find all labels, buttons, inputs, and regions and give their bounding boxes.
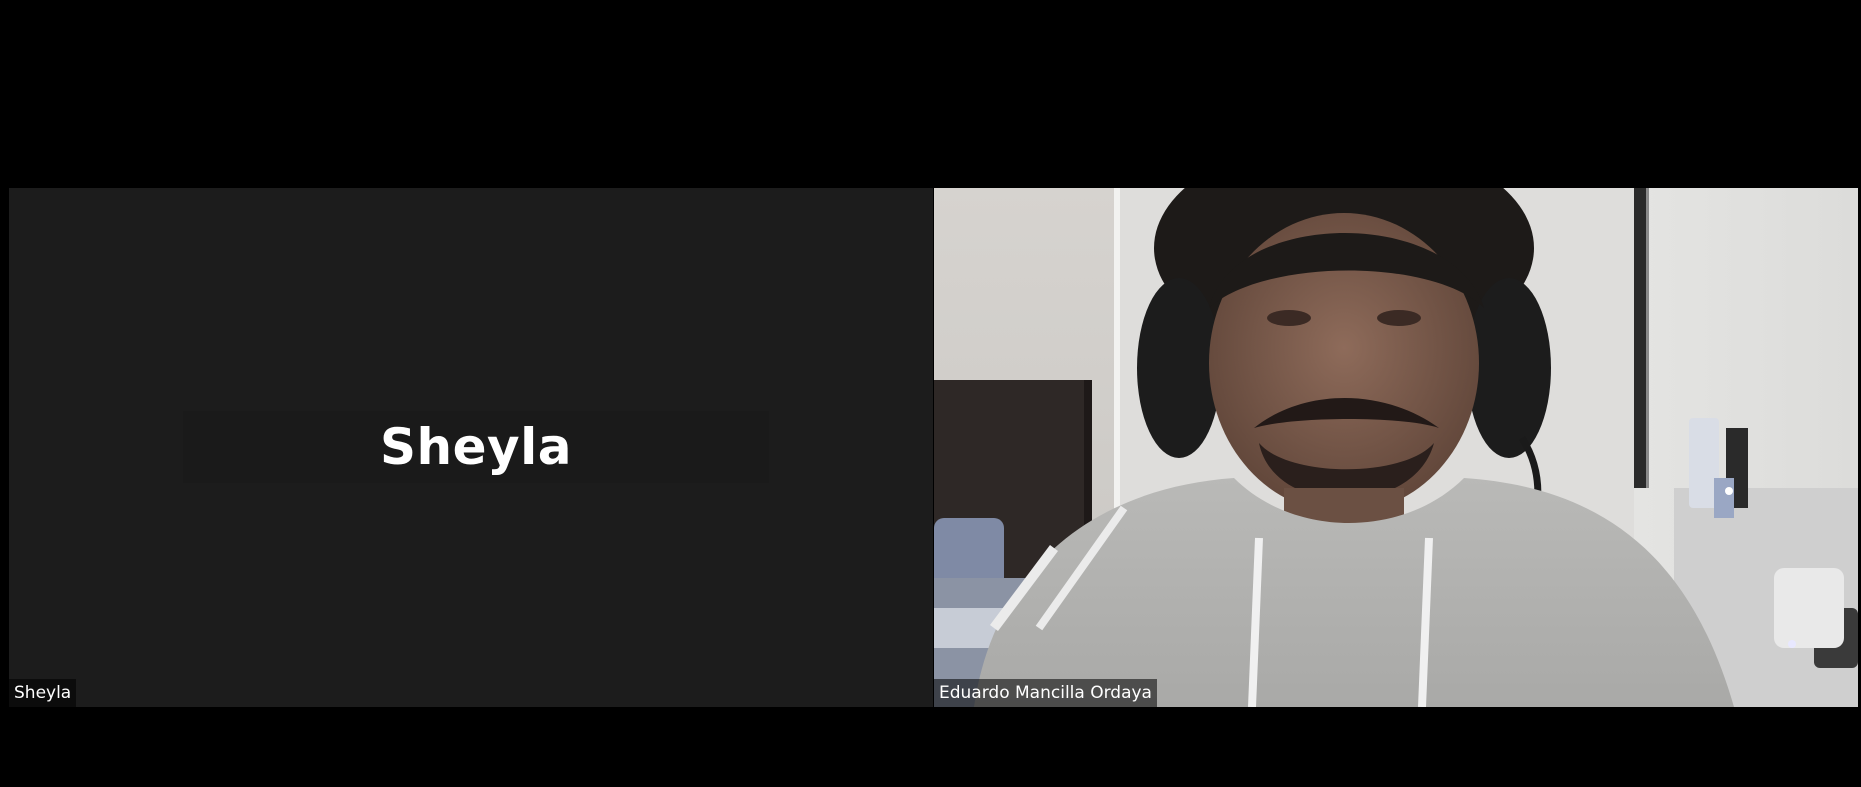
- meeting-gallery-view: Sheyla Sheyla Eduardo Mancilla Ordaya: [0, 0, 1861, 787]
- participant-tile-sheyla[interactable]: Sheyla Sheyla: [9, 188, 933, 707]
- video-feed: [934, 188, 1858, 707]
- participant-name-label: Sheyla: [9, 679, 77, 707]
- camera-off-placeholder: Sheyla: [183, 411, 769, 483]
- participant-display-name: Sheyla: [380, 418, 572, 476]
- participant-tile-eduardo[interactable]: Eduardo Mancilla Ordaya: [934, 188, 1858, 707]
- participant-name-label: Eduardo Mancilla Ordaya: [934, 679, 1157, 707]
